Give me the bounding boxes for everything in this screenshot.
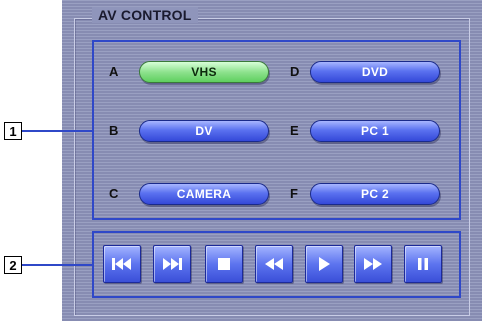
source-button-vhs[interactable]: VHS xyxy=(139,61,269,83)
stop-button[interactable] xyxy=(205,245,243,283)
source-letter-e: E xyxy=(290,123,299,138)
fast-forward-button[interactable] xyxy=(354,245,392,283)
skip-next-icon xyxy=(163,258,182,270)
source-letter-d: D xyxy=(290,64,300,79)
stop-icon xyxy=(218,258,230,270)
source-letter-c: C xyxy=(109,186,119,201)
rewind-button[interactable] xyxy=(255,245,293,283)
source-button-pc2[interactable]: PC 2 xyxy=(310,183,440,205)
rewind-icon xyxy=(265,258,283,270)
source-button-dv[interactable]: DV xyxy=(139,120,269,142)
callout-1: 1 xyxy=(4,122,22,140)
source-button-dvd[interactable]: DVD xyxy=(310,61,440,83)
callout-1-leader-line xyxy=(22,130,92,132)
panel-title: AV CONTROL xyxy=(92,7,198,23)
source-button-pc1[interactable]: PC 1 xyxy=(310,120,440,142)
play-button[interactable] xyxy=(305,245,343,283)
source-letter-b: B xyxy=(109,123,119,138)
callout-2-leader-line xyxy=(22,264,92,266)
callout-2: 2 xyxy=(4,256,22,274)
skip-next-button[interactable] xyxy=(153,245,191,283)
skip-previous-button[interactable] xyxy=(103,245,141,283)
source-button-camera[interactable]: CAMERA xyxy=(139,183,269,205)
pause-button[interactable] xyxy=(404,245,442,283)
play-icon xyxy=(319,257,330,271)
skip-previous-icon xyxy=(112,258,131,270)
fast-forward-icon xyxy=(364,258,382,270)
source-letter-f: F xyxy=(290,186,298,201)
pause-icon xyxy=(418,258,428,270)
source-letter-a: A xyxy=(109,64,119,79)
